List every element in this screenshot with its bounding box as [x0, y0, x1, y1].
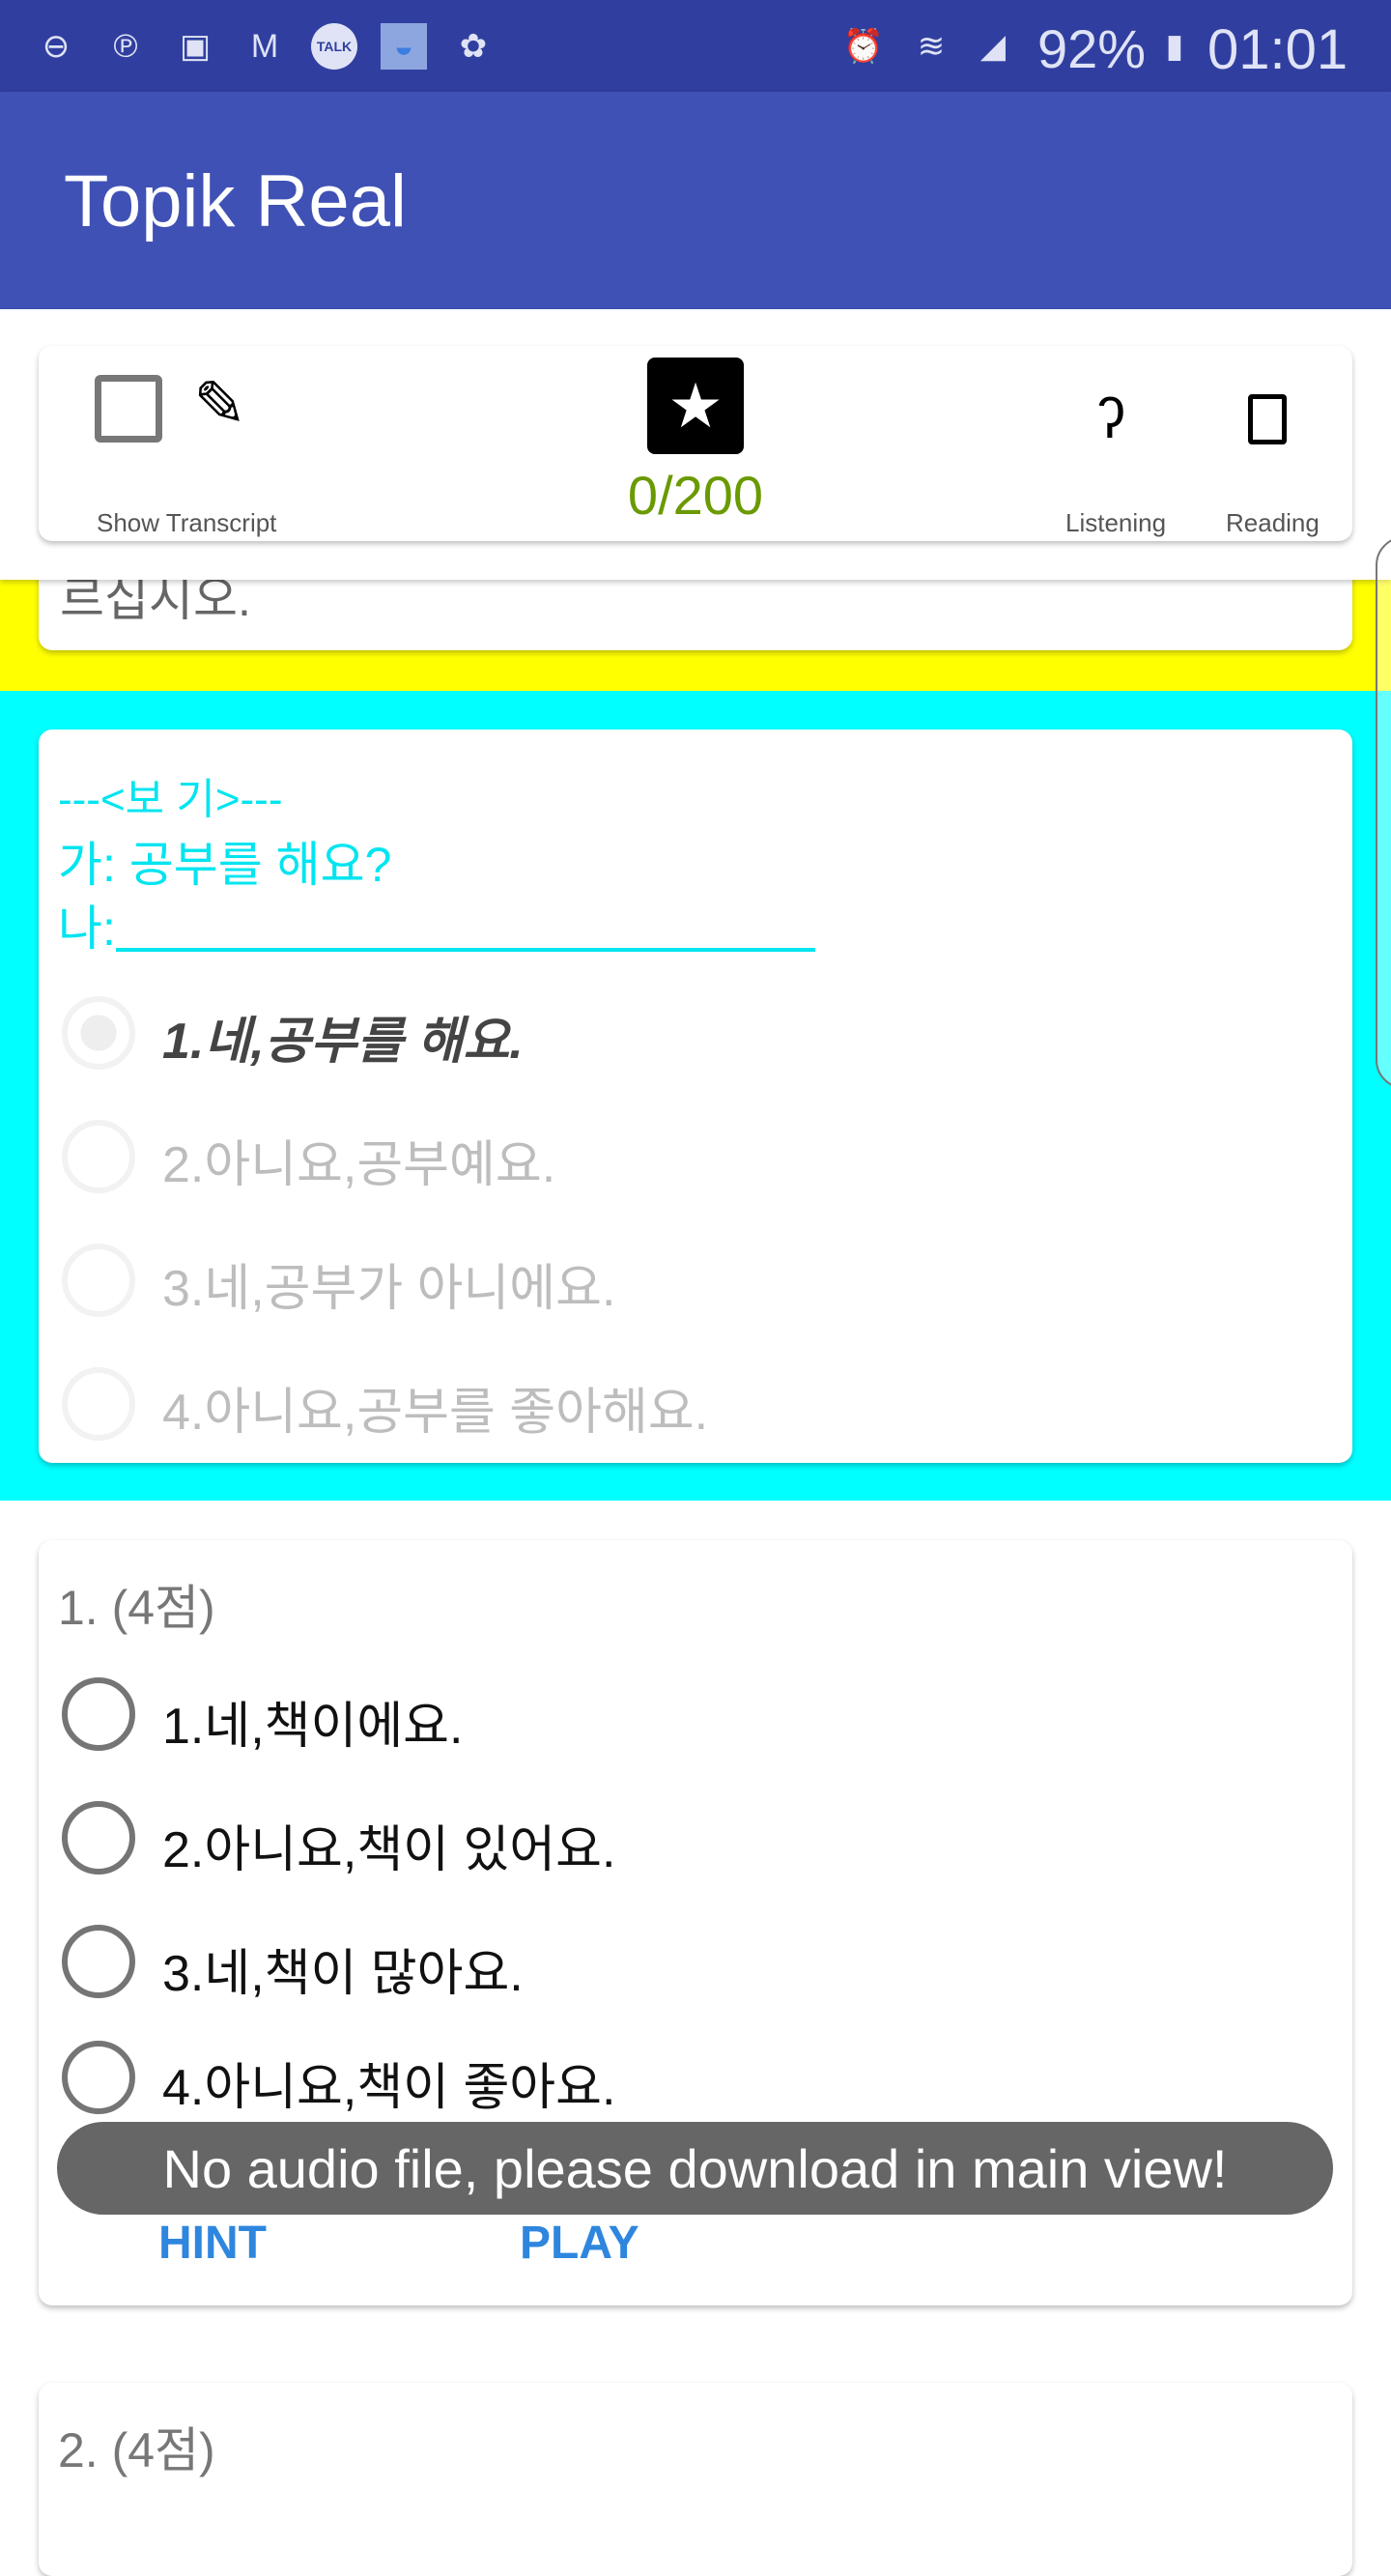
example-header: ---<보 기>---: [58, 776, 283, 823]
question-1-radio-2[interactable]: [62, 1801, 135, 1875]
app-title: Topik Real: [64, 160, 407, 243]
kakaotalk-icon: TALK: [311, 23, 357, 70]
question-1-option-3[interactable]: 3.네,책이 많아요.: [162, 1932, 524, 2005]
question-1-title: 1. (4점): [58, 1581, 215, 1635]
app-bar: Topik Real: [0, 92, 1391, 309]
alarm-icon: ⏰: [842, 28, 885, 65]
scroll-icon[interactable]: [1248, 394, 1287, 444]
example-option-2[interactable]: 2.아니요,공부예요.: [162, 1124, 555, 1196]
example-option-3[interactable]: 3.네,공부가 아니에요.: [162, 1247, 615, 1320]
gallery-icon: ▣: [179, 28, 212, 65]
settings-gear-icon: ✿: [459, 28, 488, 65]
example-line-2: 나:: [58, 890, 815, 959]
signal-icon: ◢: [979, 28, 1007, 65]
star-icon[interactable]: ★: [647, 358, 744, 454]
wifi-hotspot-icon: ◒: [381, 23, 427, 70]
question-1-option-2[interactable]: 2.아니요,책이 있어요.: [162, 1809, 615, 1881]
reading-label[interactable]: Reading: [1226, 508, 1320, 538]
question-1-radio-4[interactable]: [62, 2041, 135, 2114]
example-line-1: 가: 공부를 해요?: [58, 838, 392, 892]
example-radio-4[interactable]: [62, 1367, 135, 1441]
wifi-icon: ≋: [917, 28, 946, 65]
dnd-icon: ⊖: [42, 28, 71, 65]
example-radio-2[interactable]: [62, 1120, 135, 1193]
question-1-radio-1[interactable]: [62, 1677, 135, 1751]
pinterest-icon: ℗: [113, 27, 138, 65]
question-2-title: 2. (4점): [58, 2423, 215, 2477]
ear-icon[interactable]: ʔ: [1097, 386, 1125, 451]
drawer-edge-handle[interactable]: [1376, 536, 1391, 1089]
play-button[interactable]: PLAY: [520, 2217, 639, 2270]
question-card-2: 2. (4점): [39, 2383, 1352, 2576]
show-transcript-label: Show Transcript: [97, 508, 277, 537]
listening-label[interactable]: Listening: [1065, 508, 1166, 538]
toolbar-panel: ✎ Show Transcript ★ 0/200 ʔ Listening Re…: [0, 309, 1391, 580]
gmail-icon: M: [250, 27, 279, 65]
battery-charging-icon: ▮: [1165, 28, 1184, 65]
status-bar: ⊖ ℗ ▣ M TALK ◒ ✿ ⏰ ≋ ◢ 92% ▮ 01:01: [0, 0, 1391, 92]
question-1-radio-3[interactable]: [62, 1925, 135, 1998]
example-radio-3[interactable]: [62, 1244, 135, 1317]
example-option-1[interactable]: 1.네,공부를 해요.: [162, 1000, 524, 1073]
hint-button[interactable]: HINT: [158, 2217, 267, 2270]
clock: 01:01: [1207, 18, 1348, 81]
example-option-4[interactable]: 4.아니요,공부를 좋아해요.: [162, 1371, 708, 1444]
show-transcript-checkbox[interactable]: [95, 375, 162, 443]
example-section: ---<보 기>--- 가: 공부를 해요? 나: 1.네,공부를 해요. 2.…: [0, 691, 1391, 1501]
score-counter: 0/200: [627, 465, 764, 526]
toast-message: No audio file, please download in main v…: [57, 2122, 1333, 2215]
question-1-option-1[interactable]: 1.네,책이에요.: [162, 1685, 463, 1758]
toolbar-card: ✎ Show Transcript ★ 0/200 ʔ Listening Re…: [39, 346, 1352, 541]
example-card: ---<보 기>--- 가: 공부를 해요? 나: 1.네,공부를 해요. 2.…: [39, 730, 1352, 1463]
battery-percent: 92%: [1037, 18, 1147, 79]
question-1-option-4[interactable]: 4.아니요,책이 좋아요.: [162, 2046, 615, 2119]
answer-blank: [115, 948, 815, 952]
pencil-icon[interactable]: ✎: [193, 367, 246, 442]
example-line-2-label: 나:: [58, 902, 116, 956]
example-radio-1[interactable]: [62, 996, 135, 1070]
